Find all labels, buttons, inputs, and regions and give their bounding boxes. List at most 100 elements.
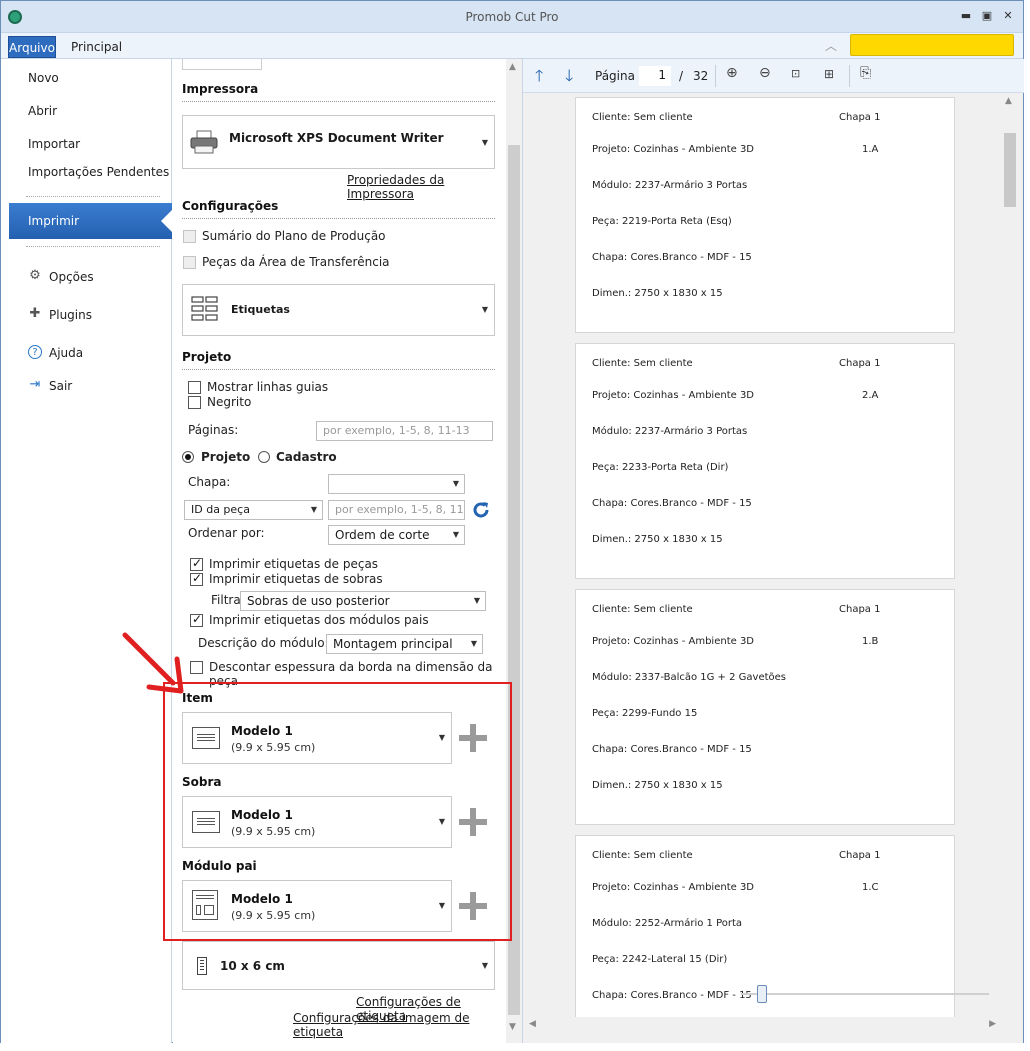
- top-field-stub: [182, 59, 262, 70]
- report-type-select[interactable]: Etiquetas ▼: [182, 284, 495, 336]
- sheet-select[interactable]: ▼: [328, 474, 465, 494]
- scroll-up-icon[interactable]: ▲: [509, 62, 516, 72]
- radio-cadastro[interactable]: [258, 451, 270, 463]
- section-divider: [182, 101, 495, 102]
- print-pieces-label: Imprimir etiquetas de peças: [209, 557, 379, 571]
- discount-border-checkbox[interactable]: [190, 661, 203, 674]
- label-size-value: 10 x 6 cm: [220, 959, 285, 973]
- chevron-down-icon: ▼: [452, 479, 459, 488]
- label-page: Cliente: Sem cliente Chapa 1 Projeto: Co…: [575, 589, 955, 825]
- scrollbar-thumb[interactable]: [1004, 133, 1016, 207]
- chevron-down-icon: ▼: [481, 305, 488, 314]
- label-dimensions: Dimen.: 2750 x 1830 x 15: [592, 288, 723, 299]
- order-value: Ordem de corte: [335, 528, 430, 542]
- zoom-slider[interactable]: [741, 985, 989, 1003]
- zoom-100-icon[interactable]: ⊡: [791, 67, 800, 80]
- toolbar-divider: [715, 65, 716, 87]
- label-project: Projeto: Cozinhas - Ambiente 3D: [592, 144, 755, 155]
- zoom-in-icon[interactable]: ⊕: [726, 65, 738, 81]
- report-type-value: Etiquetas: [231, 303, 290, 316]
- scroll-left-icon[interactable]: ◀: [529, 1019, 536, 1029]
- exit-icon: ⇥: [29, 377, 41, 392]
- chevron-down-icon: ▼: [452, 530, 459, 539]
- module-desc-select[interactable]: Montagem principal ▼: [326, 634, 483, 654]
- label-piece: Peça: 2219-Porta Reta (Esq): [592, 216, 732, 227]
- label-module: Módulo: 2237-Armário 3 Portas: [592, 426, 748, 437]
- license-badge[interactable]: [850, 34, 1014, 56]
- maximize-icon[interactable]: ▣: [977, 7, 997, 25]
- page-separator: /: [679, 69, 684, 83]
- label-sheet: Chapa: Cores.Branco - MDF - 15: [592, 744, 752, 755]
- arrow-up-icon[interactable]: 🡑: [535, 65, 543, 92]
- clipboard-checkbox[interactable]: [183, 256, 196, 269]
- label-size-select[interactable]: 10 x 6 cm ▼: [182, 941, 495, 990]
- current-page-input[interactable]: 1: [639, 66, 671, 86]
- bold-checkbox[interactable]: [188, 396, 201, 409]
- printer-select[interactable]: Microsoft XPS Document Writer ▼: [182, 115, 495, 169]
- scroll-right-icon[interactable]: ▶: [989, 1019, 996, 1029]
- label-sheet: Chapa: Cores.Branco - MDF - 15: [592, 990, 752, 1001]
- app-window: Promob Cut Pro ▬ ▣ ✕ Arquivo Principal ︿…: [0, 0, 1024, 1043]
- label-client: Cliente: Sem cliente: [592, 850, 693, 861]
- label-client: Cliente: Sem cliente: [592, 358, 693, 369]
- arrow-down-icon[interactable]: 🡓: [565, 65, 573, 92]
- close-icon[interactable]: ✕: [998, 7, 1018, 25]
- tab-arquivo[interactable]: Arquivo: [8, 36, 56, 58]
- print-parent-modules-label: Imprimir etiquetas dos módulos pais: [209, 613, 429, 627]
- nav-item-ajuda[interactable]: Ajuda: [49, 346, 83, 360]
- scroll-up-icon[interactable]: ▲: [1005, 96, 1012, 106]
- filter-select[interactable]: Sobras de uso posterior ▼: [240, 591, 486, 611]
- summary-checkbox[interactable]: [183, 230, 196, 243]
- print-parent-modules-checkbox[interactable]: [190, 612, 203, 627]
- nav-item-opcoes[interactable]: Opções: [49, 270, 94, 284]
- export-icon[interactable]: ⎘: [860, 65, 871, 81]
- print-scraps-checkbox[interactable]: [190, 571, 203, 586]
- nav-item-sair[interactable]: Sair: [49, 379, 72, 393]
- section-divider: [182, 218, 495, 219]
- nav-item-novo[interactable]: Novo: [28, 71, 59, 85]
- ribbon-collapse-icon[interactable]: ︿: [825, 37, 837, 54]
- printer-properties-link[interactable]: Propriedades da Impressora: [347, 173, 506, 201]
- label-page: Cliente: Sem cliente Chapa 1 Projeto: Co…: [575, 97, 955, 333]
- label-roll-icon: [197, 957, 207, 975]
- preview-toolbar: 🡑 🡓 Página 1 / 32 ⊕ ⊖ ⊡ ⊞ ⎘: [523, 59, 1024, 93]
- selected-pointer: [161, 209, 173, 233]
- puzzle-icon: ✚: [29, 306, 41, 321]
- label-page: Cliente: Sem cliente Chapa 1 Projeto: Co…: [575, 343, 955, 579]
- piece-id-input[interactable]: por exemplo, 1-5, 8, 11-13: [328, 500, 465, 520]
- zoom-slider-knob[interactable]: [757, 985, 767, 1003]
- filter-value: Sobras de uso posterior: [247, 594, 390, 608]
- radio-projeto[interactable]: [182, 451, 194, 463]
- nav-item-importacoes-pendentes[interactable]: Importações Pendentes: [28, 165, 169, 179]
- fit-page-icon[interactable]: ⊞: [824, 67, 834, 81]
- pages-label: Páginas:: [188, 423, 239, 437]
- order-label: Ordenar por:: [188, 526, 265, 540]
- refresh-icon[interactable]: [471, 500, 491, 520]
- nav-item-abrir[interactable]: Abrir: [28, 104, 57, 118]
- label-code: 1.C: [862, 882, 879, 893]
- chevron-down-icon: ▼: [481, 138, 488, 147]
- nav-item-plugins[interactable]: Plugins: [49, 308, 92, 322]
- grid-labels-icon: [191, 296, 219, 325]
- minimize-icon[interactable]: ▬: [956, 7, 976, 25]
- pages-input[interactable]: por exemplo, 1-5, 8, 11-13: [316, 421, 493, 441]
- zoom-out-icon[interactable]: ⊖: [759, 65, 771, 81]
- bold-label: Negrito: [207, 395, 252, 409]
- order-select[interactable]: Ordem de corte ▼: [328, 525, 465, 545]
- show-guides-checkbox[interactable]: [188, 381, 201, 394]
- red-arrow-icon: [119, 629, 189, 702]
- page-label: Página: [595, 69, 635, 83]
- nav-item-imprimir[interactable]: Imprimir: [9, 203, 173, 239]
- preview-vscrollbar[interactable]: ▲: [1002, 93, 1018, 1043]
- section-divider: [182, 369, 495, 370]
- piece-id-value: ID da peça: [191, 503, 250, 516]
- show-guides-label: Mostrar linhas guias: [207, 380, 329, 394]
- tab-principal[interactable]: Principal: [71, 40, 122, 54]
- print-pieces-checkbox[interactable]: [190, 556, 203, 571]
- label-image-config-link[interactable]: Configurações da imagem de etiqueta: [293, 1011, 506, 1039]
- scroll-down-icon[interactable]: ▼: [509, 1022, 516, 1032]
- nav-item-importar[interactable]: Importar: [28, 137, 80, 151]
- preview-hscrollbar[interactable]: ◀ ▶: [523, 1017, 1002, 1033]
- piece-id-select[interactable]: ID da peça ▼: [184, 500, 323, 520]
- highlight-box: [163, 682, 512, 941]
